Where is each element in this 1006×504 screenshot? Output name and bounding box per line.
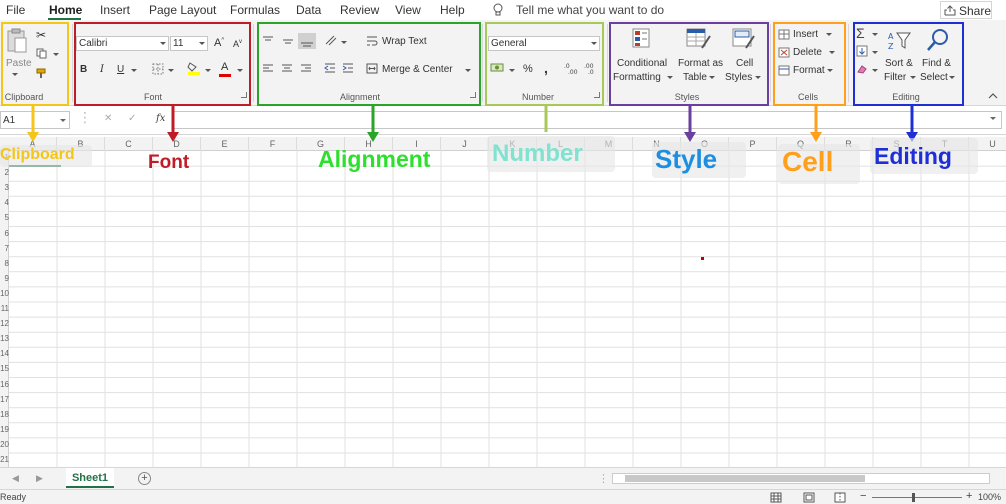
- alignment-arrow: [367, 106, 379, 142]
- separator: [770, 24, 771, 102]
- worksheet-grid[interactable]: ABCDEFGHIJKLMNOPQRSTU 123456789101112131…: [0, 137, 1006, 467]
- separator: [72, 24, 73, 102]
- row-headers: 123456789101112131415161718192021: [0, 151, 9, 467]
- font-annotation: Font: [148, 152, 190, 173]
- editing-annotation: Editing: [874, 143, 952, 169]
- prev-sheet-button[interactable]: ◀: [12, 473, 19, 484]
- row-header-4[interactable]: 4: [0, 198, 9, 207]
- row-header-7[interactable]: 7: [0, 244, 9, 253]
- alignment-annotation: Alignment: [318, 146, 431, 172]
- clipboard-arrow: [27, 106, 39, 142]
- font-highlight-box: [74, 22, 251, 106]
- row-header-21[interactable]: 21: [0, 455, 9, 464]
- row-header-6[interactable]: 6: [0, 229, 9, 238]
- share-icon: [944, 5, 956, 16]
- cells-area[interactable]: [9, 151, 1006, 467]
- alignment-highlight-box: [257, 22, 481, 106]
- share-button[interactable]: Share: [940, 1, 992, 19]
- cell-arrow: [810, 106, 822, 142]
- zoom-slider-thumb[interactable]: [912, 493, 915, 502]
- next-sheet-button[interactable]: ▶: [36, 473, 43, 484]
- row-header-2[interactable]: 2: [0, 168, 9, 177]
- horizontal-scroll-thumb[interactable]: [625, 475, 865, 482]
- horizontal-scrollbar[interactable]: [612, 473, 990, 484]
- add-sheet-button[interactable]: +: [138, 472, 151, 485]
- row-header-16[interactable]: 16: [0, 380, 9, 389]
- tab-data[interactable]: Data: [296, 3, 321, 17]
- tell-me-label: Tell me what you want to do: [516, 3, 665, 17]
- row-header-9[interactable]: 9: [0, 274, 9, 283]
- tab-split-grip[interactable]: ⋮: [598, 472, 609, 485]
- separator: [848, 24, 849, 102]
- tab-page-layout[interactable]: Page Layout: [149, 3, 216, 17]
- separator: [482, 24, 483, 102]
- editing-arrow: [906, 106, 918, 142]
- row-header-8[interactable]: 8: [0, 259, 9, 268]
- sheet-tab-bar: ◀ ▶ Sheet1 + ⋮: [0, 467, 1006, 489]
- row-header-15[interactable]: 15: [0, 364, 9, 373]
- zoom-level[interactable]: 100%: [978, 492, 1001, 502]
- clipboard-highlight-box: [1, 22, 69, 106]
- zoom-slider-track[interactable]: [872, 497, 962, 498]
- editing-highlight-box: [853, 22, 964, 106]
- menu-bar: File Home Insert Page Layout Formulas Da…: [0, 0, 1006, 20]
- page-layout-view-icon[interactable]: [803, 492, 815, 503]
- sheet-tab-sheet1[interactable]: Sheet1: [66, 468, 114, 488]
- tab-formulas[interactable]: Formulas: [230, 3, 280, 17]
- row-header-5[interactable]: 5: [0, 213, 9, 222]
- row-header-10[interactable]: 10: [0, 289, 9, 298]
- status-bar: Ready − + 100%: [0, 489, 1006, 504]
- number-highlight-box: [485, 22, 604, 106]
- tab-file[interactable]: File: [6, 3, 25, 17]
- row-header-11[interactable]: 11: [0, 304, 9, 313]
- lightbulb-icon: [493, 3, 503, 16]
- zoom-in-button[interactable]: +: [966, 490, 972, 502]
- style-annotation: Style: [655, 144, 718, 174]
- cells-highlight-box: [773, 22, 846, 106]
- number-annotation: Number: [492, 140, 583, 167]
- row-header-17[interactable]: 17: [0, 395, 9, 404]
- row-header-13[interactable]: 13: [0, 334, 9, 343]
- styles-highlight-box: [609, 22, 769, 106]
- style-arrow: [684, 106, 696, 142]
- ribbon: Paste ✂ Clipboard Calibri 11 A^ Av B I U: [0, 20, 1006, 106]
- page-break-view-icon[interactable]: [834, 492, 846, 503]
- clipboard-annotation: Clipboard: [0, 146, 75, 163]
- red-dot-marker: [701, 257, 704, 260]
- separator: [253, 24, 254, 102]
- row-header-14[interactable]: 14: [0, 349, 9, 358]
- share-label: Share: [959, 4, 992, 18]
- tab-review[interactable]: Review: [340, 3, 379, 17]
- cell-annotation: Cell: [782, 146, 834, 177]
- status-text: Ready: [0, 492, 27, 502]
- normal-view-icon[interactable]: [770, 492, 782, 503]
- row-header-19[interactable]: 19: [0, 425, 9, 434]
- tab-view[interactable]: View: [395, 3, 421, 17]
- tab-insert[interactable]: Insert: [100, 3, 130, 17]
- row-header-20[interactable]: 20: [0, 440, 9, 449]
- row-header-12[interactable]: 12: [0, 319, 9, 328]
- tab-home[interactable]: Home: [49, 3, 82, 17]
- zoom-out-button[interactable]: −: [860, 490, 866, 502]
- tab-help[interactable]: Help: [440, 3, 465, 17]
- separator: [607, 24, 608, 102]
- font-arrow: [167, 106, 179, 142]
- row-header-3[interactable]: 3: [0, 183, 9, 192]
- collapse-ribbon-icon[interactable]: [988, 92, 998, 99]
- row-header-18[interactable]: 18: [0, 410, 9, 419]
